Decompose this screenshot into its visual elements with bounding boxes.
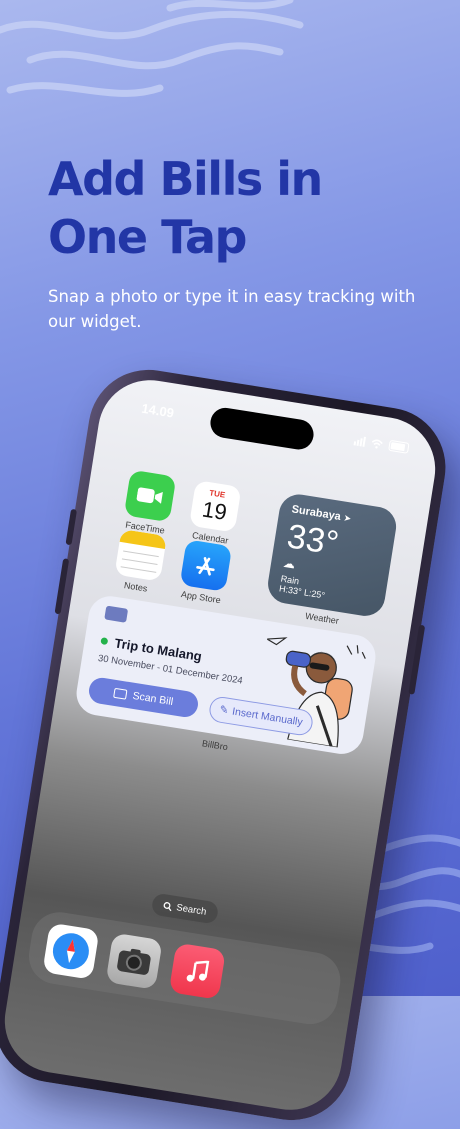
battery-icon <box>388 439 410 454</box>
location-arrow-icon: ➤ <box>342 512 352 524</box>
headline: Add Bills in One Tap <box>48 152 323 264</box>
app-label: App Store <box>180 589 222 606</box>
camera-app-icon[interactable] <box>105 932 163 990</box>
subtitle: Snap a photo or type it in easy tracking… <box>48 287 416 331</box>
weather-widget[interactable]: Surabaya ➤ 33° ☁ Rain H:33° L:25° <box>265 491 399 619</box>
pencil-icon: ✎ <box>218 703 230 717</box>
traveler-illustration <box>265 637 366 749</box>
status-icons <box>353 434 410 454</box>
app-facetime[interactable]: FaceTime <box>117 469 182 537</box>
app-app-store[interactable]: App Store <box>172 538 237 606</box>
dock <box>24 908 345 1029</box>
status-time: 14.09 <box>140 400 176 421</box>
wifi-icon <box>371 439 383 449</box>
billbro-logo-icon <box>104 605 129 623</box>
scan-bill-button[interactable]: Scan Bill <box>87 676 200 719</box>
search-label: Search <box>175 901 208 918</box>
music-icon[interactable] <box>168 942 226 1000</box>
app-label: Notes <box>123 580 149 594</box>
search-icon <box>164 901 172 911</box>
signal-icon <box>353 435 367 447</box>
search-button[interactable]: Search <box>150 892 220 925</box>
scan-bill-label: Scan Bill <box>131 689 174 709</box>
status-dot <box>100 637 109 646</box>
phone-screen: 14.09 FaceTime TUE 19 Calendar Notes App… <box>0 372 443 1118</box>
camera-icon <box>113 687 128 700</box>
facetime-icon <box>123 469 177 523</box>
phone-mockup: 14.09 FaceTime TUE 19 Calendar Notes App… <box>0 361 455 1129</box>
app-calendar[interactable]: TUE 19 Calendar <box>182 479 247 547</box>
insert-manually-label: Insert Manually <box>231 705 304 729</box>
calendar-date: 19 <box>200 496 229 526</box>
notes-icon <box>114 528 168 582</box>
wave-decoration-top <box>0 0 304 97</box>
app-store-icon <box>179 539 233 592</box>
app-notes[interactable]: Notes <box>107 528 172 596</box>
safari-icon[interactable] <box>42 922 100 980</box>
dynamic-island <box>208 405 316 452</box>
calendar-icon: TUE 19 <box>188 480 242 533</box>
